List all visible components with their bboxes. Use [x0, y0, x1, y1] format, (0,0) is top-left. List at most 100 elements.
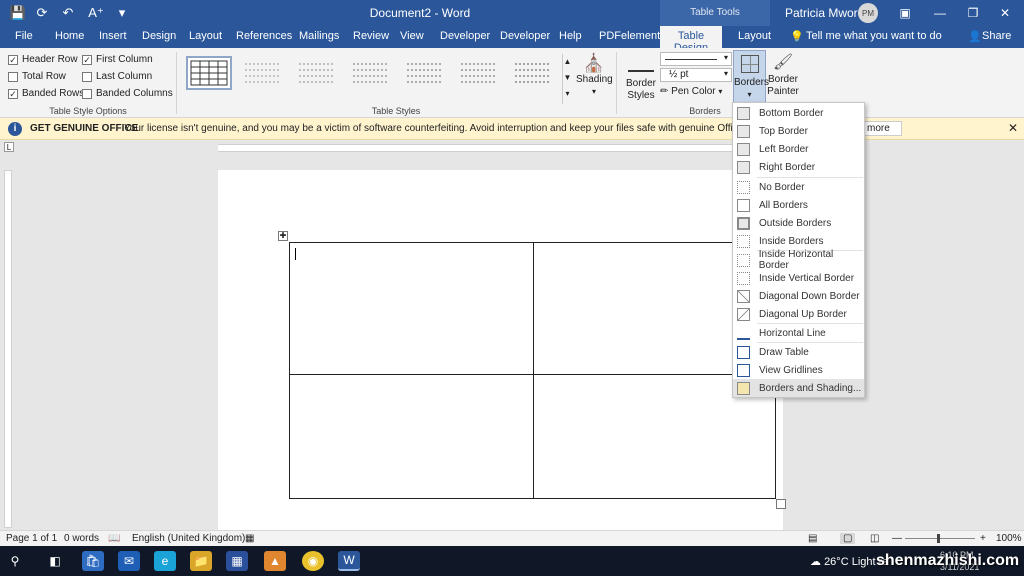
zoom-level[interactable]: 100% [996, 533, 1022, 544]
close-icon[interactable]: ✕ [990, 3, 1020, 23]
mail-icon[interactable]: ✉ [118, 551, 140, 571]
last-column-checkbox[interactable]: Last Column [82, 71, 152, 82]
ruler-strip[interactable] [218, 144, 783, 152]
save-icon[interactable]: 💾 [8, 4, 28, 22]
all-borders-icon [737, 198, 750, 212]
border-styles-label-1: Border [625, 78, 656, 89]
app-icon[interactable]: ▦ [226, 551, 248, 571]
shading-button[interactable]: ⛪ Shading ▾ [576, 52, 613, 98]
menu-item-view-gridlines[interactable]: View Gridlines [733, 361, 864, 379]
menu-item-borders-and-shading[interactable]: Borders and Shading... [733, 379, 864, 397]
banded-columns-checkbox[interactable]: Banded Columns [82, 88, 173, 99]
web-layout-icon[interactable]: ◫ [870, 533, 879, 544]
menu-item-diagonal-up-border[interactable]: Diagonal Up Border [733, 305, 864, 323]
border-painter-button[interactable]: 🖌 Border Painter [766, 52, 800, 98]
tab-references[interactable]: References [236, 30, 292, 42]
gallery-scroll-icon[interactable]: ▲ ▼ ▾ [562, 54, 572, 104]
tab-selector-icon[interactable]: L [4, 142, 14, 152]
menu-item-left-border[interactable]: Left Border [733, 140, 864, 158]
tab-help[interactable]: Help [559, 30, 582, 42]
menu-item-no-border[interactable]: No Border [733, 178, 864, 196]
table-move-handle-icon[interactable]: ✚ [278, 231, 288, 241]
menu-item-inside-borders[interactable]: Inside Borders [733, 232, 864, 250]
shading-label: Shading [576, 74, 613, 85]
menu-item-bottom-border[interactable]: Bottom Border [733, 104, 864, 122]
text-size-icon[interactable]: A⁺ [86, 4, 106, 22]
line-weight-select[interactable]: ½ pt ▾ [660, 68, 732, 82]
undo-icon[interactable]: ↶ [58, 4, 78, 22]
close-icon[interactable]: ✕ [1008, 121, 1018, 135]
chrome-icon[interactable]: ◉ [302, 551, 324, 571]
tab-view[interactable]: View [400, 30, 424, 42]
menu-item-outside-borders[interactable]: Outside Borders [733, 214, 864, 232]
tab-layout[interactable]: Layout [189, 30, 222, 42]
tab-developer-1[interactable]: Developer [440, 30, 490, 42]
tab-insert[interactable]: Insert [99, 30, 127, 42]
menu-item-all-borders[interactable]: All Borders [733, 196, 864, 214]
learn-more-button[interactable]: more [862, 121, 902, 136]
first-column-checkbox[interactable]: ✓ First Column [82, 54, 153, 65]
checkmark-icon: ✓ [8, 88, 18, 99]
restore-icon[interactable]: ❐ [958, 3, 988, 23]
share-button[interactable]: Share [982, 30, 1011, 42]
edge-icon[interactable]: e [154, 551, 176, 571]
file-explorer-icon[interactable]: 📁 [190, 551, 212, 571]
minimize-icon[interactable]: — [925, 3, 955, 23]
pen-color-button[interactable]: ✏ Pen Color ▾ [660, 86, 732, 100]
zoom-slider-thumb[interactable] [937, 534, 940, 543]
menu-item-inside-horizontal-border[interactable]: Inside Horizontal Border [733, 249, 864, 271]
tab-home[interactable]: Home [55, 30, 84, 42]
table-resize-handle[interactable] [776, 499, 786, 509]
table-style-thumb[interactable] [402, 56, 448, 90]
page-count[interactable]: Page 1 of 1 [6, 533, 57, 544]
autosave-icon[interactable]: ⟳ [32, 4, 52, 22]
tab-review[interactable]: Review [353, 30, 389, 42]
tab-design[interactable]: Design [142, 30, 176, 42]
task-view-icon[interactable]: ◧ [44, 551, 66, 571]
menu-item-right-border[interactable]: Right Border [733, 158, 864, 176]
word-icon[interactable]: W [338, 551, 360, 571]
borders-button[interactable]: Borders ▾ [733, 50, 769, 104]
zoom-slider[interactable] [905, 538, 975, 539]
table-style-thumb[interactable] [510, 56, 556, 90]
total-row-checkbox[interactable]: Total Row [8, 71, 66, 82]
table-style-thumb[interactable] [348, 56, 394, 90]
accessibility-icon[interactable]: ▦ [245, 533, 254, 544]
table-style-thumb[interactable] [294, 56, 340, 90]
ribbon-display-icon[interactable]: ▣ [890, 3, 920, 23]
table-style-thumb[interactable] [186, 56, 232, 90]
table-style-thumb[interactable] [240, 56, 286, 90]
store-icon[interactable]: 🛍 [82, 551, 104, 571]
customize-icon[interactable]: ▾ [112, 4, 132, 22]
avatar[interactable]: PM [858, 3, 878, 23]
menu-item-top-border[interactable]: Top Border [733, 122, 864, 140]
menu-item-horizontal-line[interactable]: Horizontal Line [733, 324, 864, 342]
read-mode-icon[interactable]: ▤ [808, 533, 817, 544]
search-icon[interactable]: ⚲ [4, 551, 26, 571]
menu-item-draw-table[interactable]: Draw Table [733, 343, 864, 361]
menu-item-label: Draw Table [759, 346, 809, 358]
banded-rows-checkbox[interactable]: ✓ Banded Rows [8, 88, 84, 99]
language-indicator[interactable]: English (United Kingdom) [132, 533, 245, 544]
menu-item-inside-vertical-border[interactable]: Inside Vertical Border [733, 269, 864, 287]
border-styles-button[interactable]: Border Styles [622, 54, 660, 102]
print-layout-icon[interactable]: ▢ [840, 533, 856, 544]
word-count[interactable]: 0 words [64, 533, 99, 544]
table-style-thumb[interactable] [456, 56, 502, 90]
tab-table-design[interactable]: Table Design [660, 26, 722, 54]
tab-table-layout[interactable]: Layout [738, 30, 771, 42]
vlc-icon[interactable]: ▲ [264, 551, 286, 571]
tab-pdfelement[interactable]: PDFelement [599, 30, 660, 42]
proofing-icon[interactable]: 📖 [108, 533, 120, 544]
menu-item-diagonal-down-border[interactable]: Diagonal Down Border [733, 287, 864, 305]
tab-mailings[interactable]: Mailings [299, 30, 339, 42]
tell-me-search[interactable]: Tell me what you want to do [806, 30, 942, 42]
tab-developer-2[interactable]: Developer [500, 30, 550, 42]
zoom-out-icon[interactable]: — [892, 533, 902, 544]
border-painter-icon: 🖌 [772, 54, 794, 71]
line-style-select[interactable]: ▾ [660, 52, 732, 66]
zoom-in-icon[interactable]: + [980, 533, 986, 544]
header-row-checkbox[interactable]: ✓ Header Row [8, 54, 78, 65]
tab-file[interactable]: File [15, 30, 33, 42]
document-table[interactable] [289, 242, 776, 499]
